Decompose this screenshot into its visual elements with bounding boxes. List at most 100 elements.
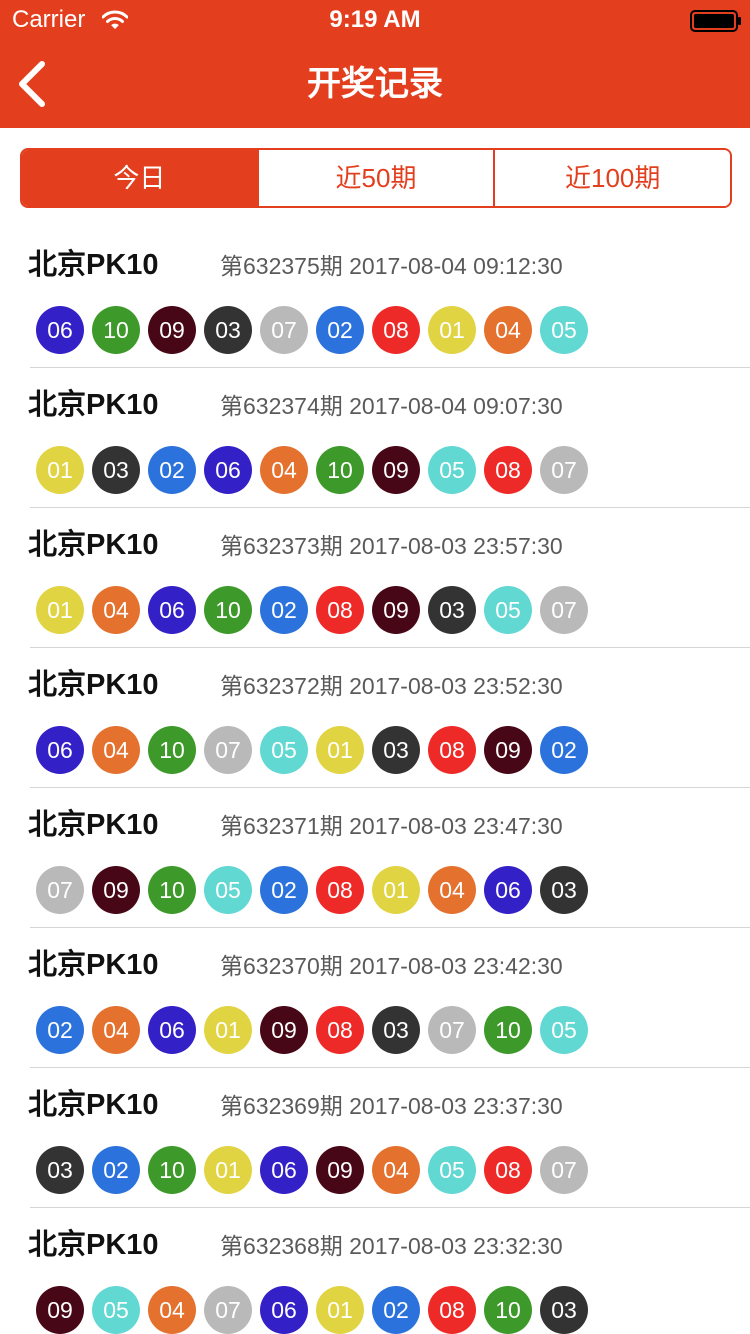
lottery-name: 北京PK10 [28, 249, 159, 281]
lottery-name: 北京PK10 [28, 1229, 159, 1261]
number-ball: 10 [484, 1286, 532, 1334]
back-button[interactable] [8, 54, 60, 114]
number-balls: 03 02 10 01 06 09 04 05 08 07 [36, 1146, 588, 1194]
number-ball: 02 [260, 586, 308, 634]
number-ball: 03 [36, 1146, 84, 1194]
issue-info: 第632370期 2017-08-03 23:42:30 [220, 953, 563, 979]
number-ball: 07 [540, 1146, 588, 1194]
number-ball: 10 [484, 1006, 532, 1054]
number-ball: 04 [92, 1006, 140, 1054]
number-ball: 05 [428, 446, 476, 494]
lottery-name: 北京PK10 [28, 529, 159, 561]
number-ball: 02 [36, 1006, 84, 1054]
app: Carrier 9:19 AM 开奖记录 今日 近50期 近100期 北京PK10 [0, 0, 750, 1334]
number-ball: 08 [316, 586, 364, 634]
number-ball: 07 [540, 586, 588, 634]
number-ball: 03 [372, 726, 420, 774]
issue-info: 第632374期 2017-08-04 09:07:30 [220, 393, 563, 419]
issue-info: 第632371期 2017-08-03 23:47:30 [220, 813, 563, 839]
number-balls: 01 03 02 06 04 10 09 05 08 07 [36, 446, 588, 494]
lottery-name: 北京PK10 [28, 669, 159, 701]
tab-recent-50[interactable]: 近50期 [256, 150, 494, 206]
number-ball: 10 [148, 1146, 196, 1194]
list-item[interactable]: 北京PK10 第632368期 2017-08-03 23:32:30 09 05 04… [0, 1208, 750, 1334]
list-item[interactable]: 北京PK10 第632374期 2017-08-04 09:07:30 01 03 02… [0, 368, 750, 508]
number-ball: 07 [260, 306, 308, 354]
number-ball: 06 [484, 866, 532, 914]
number-ball: 04 [260, 446, 308, 494]
number-ball: 01 [204, 1006, 252, 1054]
list-item[interactable]: 北京PK10 第632370期 2017-08-03 23:42:30 02 04 06… [0, 928, 750, 1068]
number-ball: 10 [92, 306, 140, 354]
number-ball: 09 [260, 1006, 308, 1054]
chevron-left-icon [19, 61, 45, 107]
number-ball: 03 [540, 866, 588, 914]
number-ball: 01 [36, 446, 84, 494]
number-ball: 03 [92, 446, 140, 494]
number-ball: 02 [260, 866, 308, 914]
header: Carrier 9:19 AM 开奖记录 [0, 0, 750, 128]
tab-today[interactable]: 今日 [22, 150, 257, 206]
number-ball: 04 [92, 586, 140, 634]
number-ball: 03 [204, 306, 252, 354]
number-ball: 05 [484, 586, 532, 634]
number-ball: 01 [316, 726, 364, 774]
number-ball: 08 [484, 446, 532, 494]
number-ball: 07 [36, 866, 84, 914]
draw-record-list: 北京PK10 第632375期 2017-08-04 09:12:30 06 10 09… [0, 228, 750, 1334]
nav-bar: 开奖记录 [0, 40, 750, 128]
list-item[interactable]: 北京PK10 第632371期 2017-08-03 23:47:30 07 09 10… [0, 788, 750, 928]
number-balls: 01 04 06 10 02 08 09 03 05 07 [36, 586, 588, 634]
number-ball: 08 [484, 1146, 532, 1194]
number-ball: 01 [36, 586, 84, 634]
number-ball: 01 [428, 306, 476, 354]
lottery-name: 北京PK10 [28, 809, 159, 841]
number-ball: 04 [148, 1286, 196, 1334]
issue-info: 第632368期 2017-08-03 23:32:30 [220, 1233, 563, 1259]
number-ball: 09 [484, 726, 532, 774]
number-ball: 02 [316, 306, 364, 354]
number-ball: 07 [540, 446, 588, 494]
number-ball: 02 [148, 446, 196, 494]
number-ball: 08 [372, 306, 420, 354]
page-title: 开奖记录 [307, 65, 443, 103]
number-ball: 07 [428, 1006, 476, 1054]
number-ball: 06 [36, 306, 84, 354]
number-ball: 10 [148, 726, 196, 774]
number-ball: 04 [428, 866, 476, 914]
number-ball: 01 [372, 866, 420, 914]
number-ball: 08 [428, 1286, 476, 1334]
number-ball: 07 [204, 1286, 252, 1334]
number-ball: 05 [540, 1006, 588, 1054]
number-balls: 09 05 04 07 06 01 02 08 10 03 [36, 1286, 588, 1334]
number-ball: 09 [316, 1146, 364, 1194]
number-ball: 06 [36, 726, 84, 774]
number-ball: 09 [148, 306, 196, 354]
list-item[interactable]: 北京PK10 第632375期 2017-08-04 09:12:30 06 10 09… [0, 228, 750, 368]
number-ball: 06 [148, 1006, 196, 1054]
number-ball: 10 [316, 446, 364, 494]
number-ball: 10 [204, 586, 252, 634]
number-ball: 06 [260, 1146, 308, 1194]
number-balls: 06 04 10 07 05 01 03 08 09 02 [36, 726, 588, 774]
number-ball: 09 [372, 586, 420, 634]
number-ball: 04 [92, 726, 140, 774]
list-item[interactable]: 北京PK10 第632372期 2017-08-03 23:52:30 06 04 10… [0, 648, 750, 788]
issue-info: 第632375期 2017-08-04 09:12:30 [220, 253, 563, 279]
list-item[interactable]: 北京PK10 第632369期 2017-08-03 23:37:30 03 02 10… [0, 1068, 750, 1208]
tab-recent-100[interactable]: 近100期 [493, 150, 730, 206]
number-ball: 06 [204, 446, 252, 494]
number-balls: 02 04 06 01 09 08 03 07 10 05 [36, 1006, 588, 1054]
number-ball: 05 [260, 726, 308, 774]
number-balls: 07 09 10 05 02 08 01 04 06 03 [36, 866, 588, 914]
status-time: 9:19 AM [329, 6, 421, 33]
number-ball: 09 [372, 446, 420, 494]
battery-icon [690, 10, 741, 32]
period-segmented-control: 今日 近50期 近100期 [20, 148, 732, 208]
number-ball: 03 [372, 1006, 420, 1054]
list-item[interactable]: 北京PK10 第632373期 2017-08-03 23:57:30 01 04 06… [0, 508, 750, 648]
issue-info: 第632372期 2017-08-03 23:52:30 [220, 673, 563, 699]
number-ball: 04 [484, 306, 532, 354]
issue-info: 第632373期 2017-08-03 23:57:30 [220, 533, 563, 559]
number-ball: 07 [204, 726, 252, 774]
